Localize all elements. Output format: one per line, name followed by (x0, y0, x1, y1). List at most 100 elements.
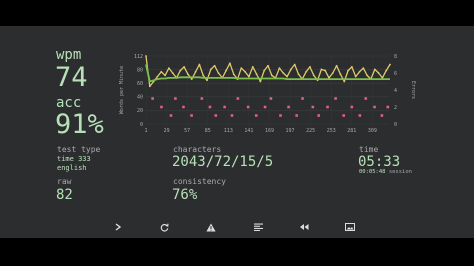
series-point-raw (312, 74, 315, 77)
error-point (208, 105, 212, 109)
time-value: 05:33 (358, 154, 401, 170)
series-point-raw (259, 80, 262, 83)
series-point-raw (263, 69, 266, 72)
error-point (342, 114, 345, 117)
x-tick-label: 1 (144, 128, 147, 134)
series-point-raw (331, 72, 334, 74)
x-tick-label: 57 (184, 128, 190, 134)
error-point (295, 114, 298, 117)
series-point-raw (358, 70, 361, 73)
series-point-raw (156, 75, 159, 78)
error-point (358, 114, 362, 117)
chart-y2label: Errors (410, 81, 416, 99)
series-point-raw (297, 73, 300, 76)
series-point-raw (251, 66, 254, 68)
session-time: 00:05:48 session (359, 169, 412, 175)
error-point (246, 105, 250, 109)
series-point-raw (248, 75, 250, 78)
error-point (174, 97, 177, 100)
error-point (269, 97, 273, 100)
error-point (263, 105, 267, 109)
series-point-raw (194, 70, 197, 73)
series-point-raw (324, 69, 327, 72)
series-point-raw (286, 75, 288, 78)
x-tick-label: 253 (327, 128, 336, 134)
series-point-raw (339, 73, 342, 76)
error-point (223, 105, 226, 109)
y-tick-label: 0 (140, 122, 143, 128)
x-tick-label: 169 (265, 128, 274, 134)
report-button[interactable] (204, 220, 218, 234)
error-point (151, 97, 154, 100)
series-point-raw (377, 72, 380, 74)
session-time-value: 00:05:48 (359, 169, 386, 175)
series-point-raw (335, 64, 338, 67)
series-point-raw (320, 68, 323, 71)
image-icon (345, 223, 355, 231)
y2-tick-label: 0 (394, 122, 397, 128)
x-tick-label: 197 (286, 128, 295, 134)
error-point (287, 105, 290, 109)
x-tick-label: 141 (244, 128, 253, 134)
series-point-raw (225, 69, 227, 72)
series-point-raw (179, 69, 182, 72)
x-tick-label: 85 (205, 128, 211, 134)
consistency-label: consistency (173, 177, 226, 186)
series-point-raw (240, 67, 243, 70)
series-point-raw (187, 73, 189, 76)
series-point-raw (343, 80, 346, 83)
screenshot-button[interactable] (343, 220, 357, 234)
next-test-button[interactable] (111, 220, 125, 234)
acc-value: 91% (55, 109, 104, 140)
series-point-raw (347, 69, 349, 72)
error-point (373, 105, 376, 109)
error-point (214, 114, 218, 117)
y2-tick-label: 4 (394, 88, 397, 94)
series-point-raw (148, 85, 151, 88)
acc-label: acc (56, 95, 82, 111)
error-point (230, 114, 234, 117)
series-point-raw (244, 70, 247, 73)
characters-label: characters (173, 145, 222, 154)
error-point (380, 114, 384, 117)
series-point-raw (209, 68, 212, 71)
series-point-raw (309, 66, 311, 68)
chevron-right-icon (115, 223, 122, 231)
results-screen: wpm 74 acc 91% test type time 333 englis… (0, 26, 474, 238)
y-tick-label: 40 (137, 95, 143, 101)
x-tick-label: 309 (368, 128, 377, 134)
series-point-raw (354, 75, 357, 78)
series-point-raw (217, 72, 220, 74)
series-point-raw (282, 72, 285, 74)
error-point (182, 105, 185, 109)
series-point-raw (206, 79, 208, 82)
series-point-raw (202, 74, 205, 77)
series-point-raw (389, 63, 391, 66)
x-tick-label: 29 (164, 128, 170, 134)
letterbox-bottom (0, 238, 474, 266)
series-point-raw (232, 73, 235, 76)
y2-tick-label: 8 (394, 54, 397, 60)
replay-button[interactable] (297, 220, 311, 234)
error-point (169, 114, 173, 117)
y2-tick-label: 6 (394, 71, 397, 77)
series-point-raw (145, 55, 147, 57)
wpm-label: wpm (56, 47, 82, 63)
error-point (317, 114, 321, 117)
test-type-language: english (57, 164, 87, 172)
y-tick-label: 80 (137, 67, 143, 73)
words-history-button[interactable] (251, 220, 265, 234)
error-point (160, 105, 163, 109)
series-point-raw (160, 70, 163, 73)
error-point (236, 97, 240, 100)
wpm-value: 74 (55, 62, 88, 93)
error-point (254, 114, 258, 117)
session-time-label: session (388, 169, 412, 175)
x-tick-label: 281 (347, 128, 356, 134)
consistency-value: 76% (172, 187, 198, 203)
x-tick-label: 113 (224, 128, 233, 134)
error-point (279, 114, 282, 117)
raw-label: raw (57, 177, 72, 186)
error-point (364, 97, 368, 100)
restart-test-button[interactable] (157, 220, 171, 234)
